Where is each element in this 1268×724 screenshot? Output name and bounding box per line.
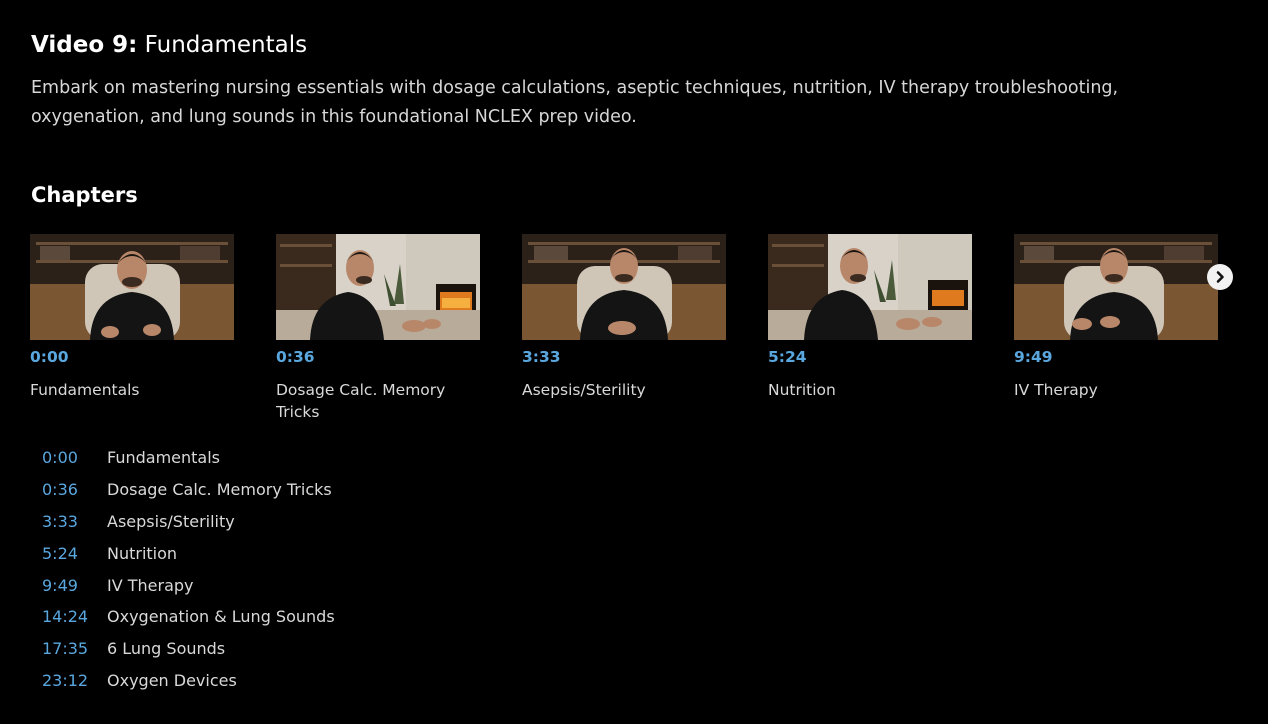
chapter-timestamp[interactable]: 0:00 [42, 448, 107, 467]
chapter-card[interactable]: 0:00 Fundamentals [30, 234, 234, 401]
chapter-list-item[interactable]: 0:36 Dosage Calc. Memory Tricks [42, 474, 335, 506]
chapter-card-title: Asepsis/Sterility [522, 381, 646, 399]
chapter-thumbnail [276, 234, 480, 340]
chapters-heading: Chapters [31, 183, 138, 207]
chapter-card[interactable]: 0:36 Dosage Calc. Memory Tricks [276, 234, 480, 423]
chapter-timestamp[interactable]: 3:33 [42, 512, 107, 531]
chapter-card[interactable]: 9:49 IV Therapy [1014, 234, 1218, 401]
chapter-timestamp[interactable]: 23:12 [42, 671, 107, 690]
chapter-title: Asepsis/Sterility [107, 511, 235, 531]
chapter-title: Oxygenation & Lung Sounds [107, 607, 335, 627]
chapter-list-item[interactable]: 3:33 Asepsis/Sterility [42, 506, 335, 538]
chapter-title: IV Therapy [107, 575, 194, 595]
chapter-timestamp[interactable]: 0:36 [42, 480, 107, 499]
chapter-list-item[interactable]: 23:12 Oxygen Devices [42, 665, 335, 697]
chapter-card-time: 0:36 [276, 348, 315, 366]
chapter-card-title: Dosage Calc. Memory Tricks [276, 381, 446, 421]
chapter-list-item[interactable]: 9:49 IV Therapy [42, 569, 335, 601]
chapter-card-title: IV Therapy [1014, 381, 1098, 399]
chapter-title: Nutrition [107, 543, 178, 563]
chapter-title: Dosage Calc. Memory Tricks [107, 480, 332, 500]
chapter-card-title: Fundamentals [30, 381, 140, 399]
chapter-card-time: 0:00 [30, 348, 69, 366]
chapter-list-item[interactable]: 17:35 6 Lung Sounds [42, 633, 335, 665]
chapter-title: Oxygen Devices [107, 670, 237, 690]
chapter-carousel: 0:00 Fundamentals 0:36 Dosage Calc. Memo… [30, 234, 1240, 424]
chevron-right-icon [1216, 271, 1224, 283]
video-title-prefix: Video 9: [31, 32, 138, 58]
chapter-list: 0:00 Fundamentals 0:36 Dosage Calc. Memo… [42, 442, 335, 696]
chapter-list-item[interactable]: 5:24 Nutrition [42, 537, 335, 569]
chapter-card-time: 9:49 [1014, 348, 1053, 366]
chapter-list-item[interactable]: 14:24 Oxygenation & Lung Sounds [42, 601, 335, 633]
chapter-card-time: 5:24 [768, 348, 807, 366]
chapter-card-title: Nutrition [768, 381, 836, 399]
video-title-name: Fundamentals [144, 32, 308, 58]
chapter-thumbnail [30, 234, 234, 340]
chapter-list-item[interactable]: 0:00 Fundamentals [42, 442, 335, 474]
video-title: Video 9: Fundamentals [31, 28, 307, 62]
chapter-timestamp[interactable]: 5:24 [42, 544, 107, 563]
carousel-next-button[interactable] [1207, 264, 1233, 290]
chapter-thumbnail [768, 234, 972, 340]
video-page: Video 9: Fundamentals Embark on masterin… [0, 0, 1268, 724]
chapter-title: 6 Lung Sounds [107, 639, 226, 659]
chapter-card[interactable]: 3:33 Asepsis/Sterility [522, 234, 726, 401]
chapter-timestamp[interactable]: 14:24 [42, 607, 107, 626]
chapter-title: Fundamentals [107, 448, 220, 468]
chapter-thumbnail [1014, 234, 1218, 340]
chapter-card-time: 3:33 [522, 348, 561, 366]
chapter-timestamp[interactable]: 9:49 [42, 576, 107, 595]
chapter-card[interactable]: 5:24 Nutrition [768, 234, 972, 401]
chapter-timestamp[interactable]: 17:35 [42, 639, 107, 658]
chapter-thumbnail [522, 234, 726, 340]
video-description: Embark on mastering nursing essentials w… [31, 78, 1119, 127]
